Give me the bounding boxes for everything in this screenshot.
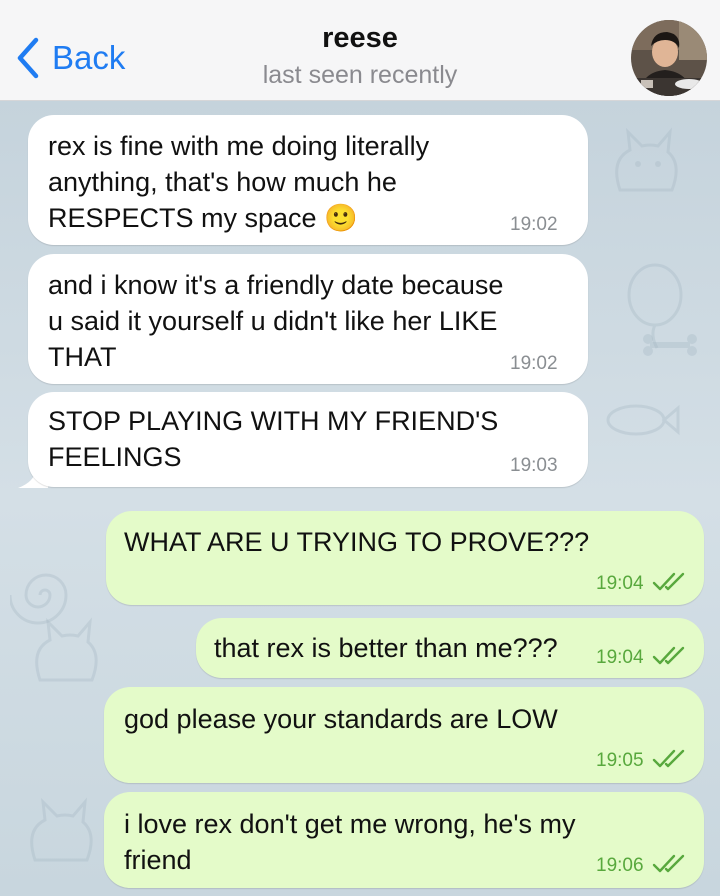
bone-doodle-icon [643, 334, 697, 356]
outgoing-message[interactable]: i love rex don't get me wrong, he's my f… [104, 792, 704, 888]
message-time: 19:04 [596, 573, 644, 594]
cat-doodle-icon [615, 127, 678, 192]
double-check-icon [652, 646, 685, 665]
message-text-line: rex is fine with me doing literally [48, 131, 430, 161]
message-text-line: RESPECTS my space 🙂 [48, 203, 358, 233]
chat-header: Back reese last seen recently [0, 0, 720, 101]
message-time: 19:02 [510, 353, 558, 374]
contact-info[interactable]: reese last seen recently [0, 18, 720, 92]
message-text-line: god please your standards are LOW [124, 704, 558, 734]
message-text-line: WHAT ARE U TRYING TO PROVE??? [124, 527, 590, 557]
message-text-line: FEELINGS [48, 442, 182, 472]
message-time: 19:02 [510, 214, 558, 235]
incoming-message[interactable]: and i know it's a friendly date because … [28, 254, 588, 384]
message-text-line: THAT [48, 342, 117, 372]
contact-name: reese [322, 22, 398, 54]
message-time: 19:03 [510, 455, 558, 476]
message-text-line: and i know it's a friendly date because [48, 270, 504, 300]
double-check-icon [652, 749, 685, 768]
incoming-message[interactable]: STOP PLAYING WITH MY FRIEND'S FEELINGS 1… [28, 392, 588, 487]
message-text-line: STOP PLAYING WITH MY FRIEND'S [48, 406, 499, 436]
outgoing-message[interactable]: god please your standards are LOW 19:05 [104, 687, 704, 783]
message-text-line: u said it yourself u didn't like her LIK… [48, 306, 498, 336]
message-time: 19:04 [596, 647, 644, 668]
message-text-line: friend [124, 845, 192, 875]
incoming-message[interactable]: rex is fine with me doing literally anyt… [28, 115, 588, 245]
double-check-icon [652, 854, 685, 873]
outgoing-message[interactable]: that rex is better than me??? 19:04 [196, 618, 704, 678]
avatar-photo-icon [631, 20, 707, 96]
fish-doodle-icon [606, 404, 680, 436]
message-text-line: i love rex don't get me wrong, he's my [124, 809, 576, 839]
message-time: 19:05 [596, 750, 644, 771]
cat-doodle-icon [35, 617, 98, 682]
message-text-line: anything, that's how much he [48, 167, 397, 197]
contact-status: last seen recently [262, 61, 458, 89]
double-check-icon [652, 572, 685, 591]
message-time: 19:06 [596, 855, 644, 876]
cat-doodle-icon [30, 797, 93, 862]
avatar[interactable] [631, 20, 707, 96]
message-text-line: that rex is better than me??? [214, 633, 558, 663]
outgoing-message[interactable]: WHAT ARE U TRYING TO PROVE??? 19:04 [106, 511, 704, 605]
